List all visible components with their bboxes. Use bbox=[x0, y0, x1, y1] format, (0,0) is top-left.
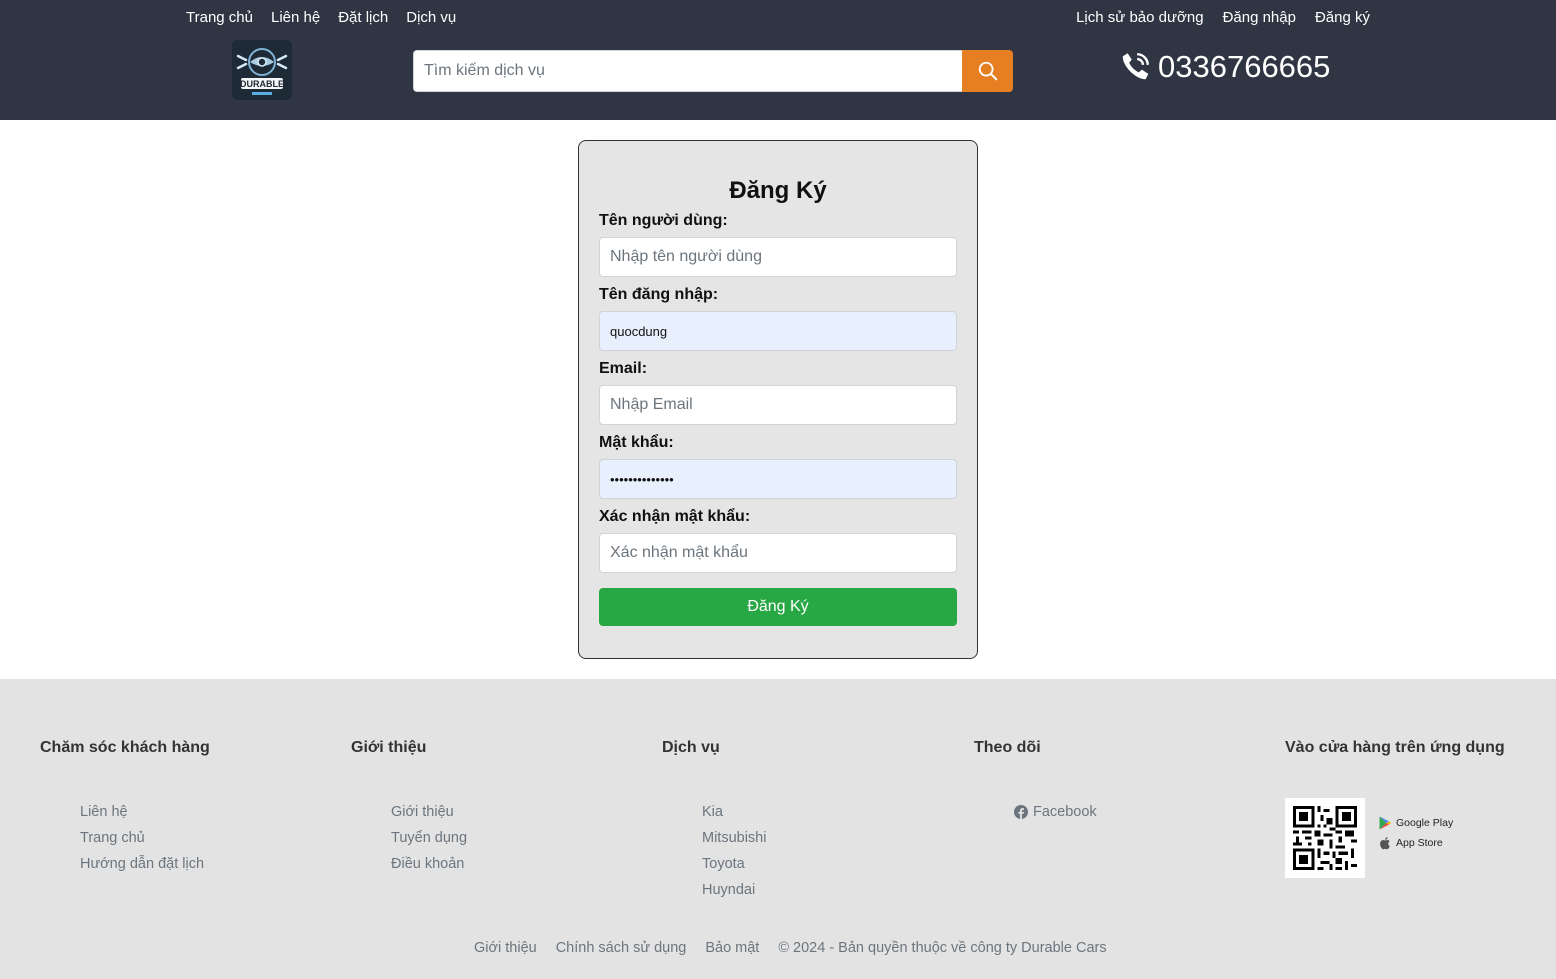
footer-link-facebook[interactable]: Facebook bbox=[1014, 799, 1097, 825]
footer-link-huyndai[interactable]: Huyndai bbox=[702, 882, 755, 898]
search-input[interactable] bbox=[413, 50, 962, 92]
footer-col-apps: Vào cửa hàng trên ứng dụng bbox=[1285, 737, 1505, 759]
register-submit-button[interactable]: Đăng Ký bbox=[599, 588, 957, 626]
bottom-link-usage-policy[interactable]: Chính sách sử dụng bbox=[556, 939, 687, 957]
footer-link-terms[interactable]: Điều khoản bbox=[391, 856, 464, 872]
footer-heading: Chăm sóc khách hàng bbox=[40, 739, 210, 756]
footer-heading: Vào cửa hàng trên ứng dụng bbox=[1285, 739, 1505, 756]
fullname-group: Tên người dùng: bbox=[599, 211, 957, 277]
svg-text:DURABLE: DURABLE bbox=[240, 79, 284, 89]
phone-icon bbox=[1122, 53, 1149, 80]
bottom-link-about[interactable]: Giới thiệu bbox=[474, 939, 537, 957]
nav-booking-link[interactable]: Đặt lịch bbox=[338, 8, 388, 28]
footer-heading: Theo dõi bbox=[974, 739, 1041, 756]
app-download: Google Play App Store bbox=[1285, 798, 1453, 878]
confirm-password-input[interactable] bbox=[599, 533, 957, 573]
fullname-label: Tên người dùng: bbox=[599, 212, 728, 229]
site-logo[interactable]: DURABLE bbox=[232, 40, 292, 100]
search-icon bbox=[978, 61, 997, 81]
phone-number[interactable]: 0336766665 bbox=[1158, 48, 1330, 86]
email-group: Email: bbox=[599, 359, 957, 425]
hotline: 0336766665 bbox=[1118, 48, 1330, 86]
email-label: Email: bbox=[599, 360, 648, 377]
footer-link-careers[interactable]: Tuyển dụng bbox=[391, 830, 467, 846]
copyright-text: © 2024 - Bản quyền thuộc về công ty Dura… bbox=[778, 940, 1107, 956]
top-nav-left: Trang chủ Liên hệ Đặt lịch Dịch vụ bbox=[186, 8, 456, 28]
facebook-label: Facebook bbox=[1033, 804, 1097, 820]
site-header: Trang chủ Liên hệ Đặt lịch Dịch vụ Lịch … bbox=[0, 0, 1556, 120]
register-card: Đăng Ký Tên người dùng: Tên đăng nhập: E… bbox=[578, 140, 978, 659]
footer-link-kia[interactable]: Kia bbox=[702, 804, 723, 820]
search-button[interactable] bbox=[962, 50, 1013, 92]
username-label: Tên đăng nhập: bbox=[599, 286, 719, 303]
fullname-input[interactable] bbox=[599, 237, 957, 277]
nav-maintenance-history-link[interactable]: Lịch sử bảo dưỡng bbox=[1076, 8, 1204, 28]
google-play-link[interactable]: Google Play bbox=[1379, 816, 1453, 830]
footer-col-services: Dịch vụ Kia Mitsubishi Toyota Huyndai bbox=[662, 737, 766, 903]
logo-emblem: DURABLE bbox=[232, 40, 292, 100]
username-group: Tên đăng nhập: bbox=[599, 285, 957, 351]
footer-col-about: Giới thiệu Giới thiệu Tuyển dụng Điều kh… bbox=[351, 737, 467, 877]
footer-link-toyota[interactable]: Toyota bbox=[702, 856, 745, 872]
password-group: Mật khẩu: bbox=[599, 433, 957, 499]
nav-contact-link[interactable]: Liên hệ bbox=[271, 8, 320, 28]
password-label: Mật khẩu: bbox=[599, 434, 674, 451]
store-links: Google Play App Store bbox=[1379, 798, 1453, 878]
bottom-link-privacy[interactable]: Bảo mật bbox=[705, 939, 759, 957]
password-input[interactable] bbox=[599, 459, 957, 499]
app-store-link[interactable]: App Store bbox=[1379, 836, 1453, 850]
footer-link-about[interactable]: Giới thiệu bbox=[391, 804, 454, 820]
footer-heading: Giới thiệu bbox=[351, 739, 427, 756]
confirm-password-label: Xác nhận mật khẩu: bbox=[599, 508, 751, 525]
top-nav-right: Lịch sử bảo dưỡng Đăng nhập Đăng ký bbox=[1076, 8, 1370, 28]
nav-services-link[interactable]: Dịch vụ bbox=[406, 8, 456, 28]
google-play-label: Google Play bbox=[1396, 817, 1454, 829]
facebook-icon bbox=[1014, 805, 1028, 819]
search-form bbox=[413, 50, 1013, 92]
qr-code bbox=[1285, 798, 1365, 878]
footer-link-contact[interactable]: Liên hệ bbox=[80, 804, 128, 820]
email-input[interactable] bbox=[599, 385, 957, 425]
nav-home-link[interactable]: Trang chủ bbox=[186, 8, 253, 28]
nav-login-link[interactable]: Đăng nhập bbox=[1223, 8, 1296, 28]
footer-bottom-bar: Giới thiệu Chính sách sử dụng Bảo mật © … bbox=[474, 939, 1107, 957]
footer-link-home[interactable]: Trang chủ bbox=[80, 830, 145, 846]
footer-heading: Dịch vụ bbox=[662, 739, 720, 756]
qr-code-image bbox=[1293, 806, 1357, 870]
register-title: Đăng Ký bbox=[729, 177, 827, 204]
username-input[interactable] bbox=[599, 311, 957, 351]
confirm-password-group: Xác nhận mật khẩu: bbox=[599, 507, 957, 573]
footer-col-customer-care: Chăm sóc khách hàng Liên hệ Trang chủ Hư… bbox=[40, 737, 210, 877]
footer-col-follow: Theo dõi Facebook bbox=[974, 737, 1097, 825]
footer-link-mitsubishi[interactable]: Mitsubishi bbox=[702, 830, 766, 846]
app-store-label: App Store bbox=[1396, 837, 1443, 849]
google-play-icon bbox=[1379, 816, 1392, 830]
site-footer: Chăm sóc khách hàng Liên hệ Trang chủ Hư… bbox=[0, 679, 1556, 979]
footer-link-booking-guide[interactable]: Hướng dẫn đặt lịch bbox=[80, 856, 204, 872]
nav-register-link[interactable]: Đăng ký bbox=[1315, 8, 1370, 28]
apple-icon bbox=[1380, 837, 1390, 850]
